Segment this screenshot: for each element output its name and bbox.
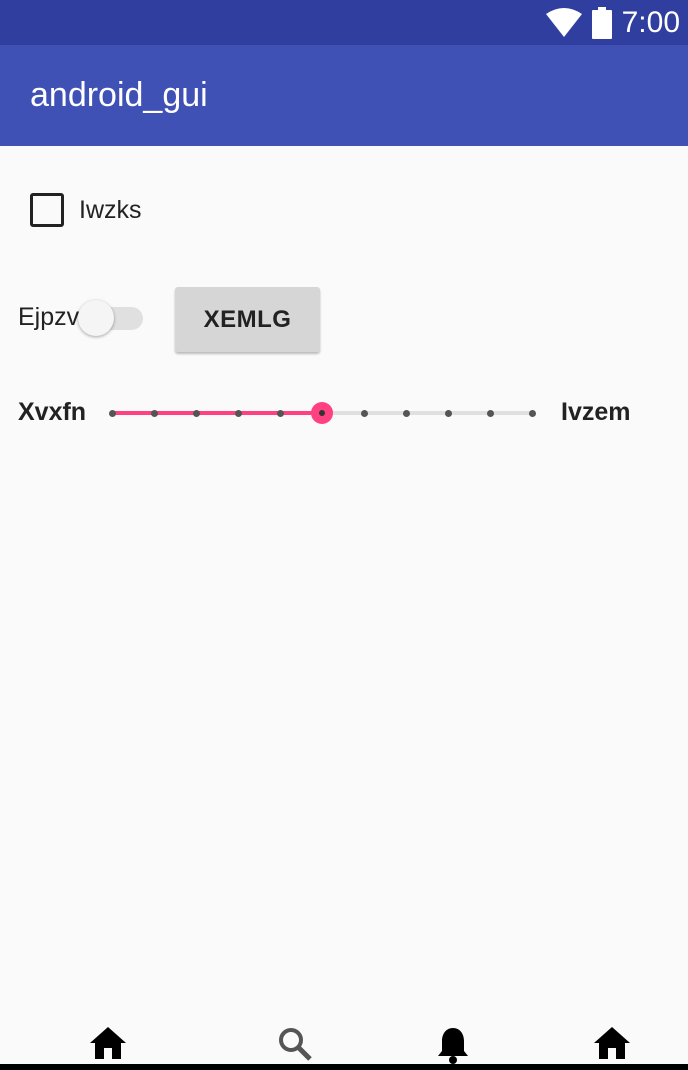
- checkbox[interactable]: [30, 193, 64, 227]
- seekbar-thumb-dot: [319, 410, 325, 416]
- switch-label: Ejpzv: [18, 303, 80, 331]
- seekbar-tick: [276, 410, 284, 417]
- bottom-navigation: [0, 1018, 688, 1065]
- switch-toggle[interactable]: [78, 300, 114, 336]
- seekbar-tick: [402, 410, 410, 417]
- seekbar-tick: [444, 410, 452, 417]
- notifications-icon[interactable]: [436, 1026, 476, 1066]
- battery-icon: [591, 6, 612, 39]
- seekbar-thumb[interactable]: [311, 402, 333, 424]
- search-icon[interactable]: [277, 1026, 317, 1066]
- app-title: android_gui: [30, 76, 208, 114]
- xemlg-button[interactable]: XEMLG: [175, 287, 320, 352]
- seekbar-tick: [234, 410, 242, 417]
- seekbar-tick: [486, 410, 494, 417]
- checkbox-row[interactable]: Iwzks: [30, 193, 142, 227]
- seekbar-progress: [112, 411, 322, 415]
- checkbox-label[interactable]: Iwzks: [79, 196, 142, 225]
- seekbar-tick: [360, 410, 368, 417]
- status-time: 7:00: [621, 6, 680, 39]
- bottom-edge: [0, 1064, 688, 1070]
- home-icon[interactable]: [593, 1026, 633, 1066]
- seekbar-tick: [108, 410, 116, 417]
- seekbar-left-label: Xvxfn: [18, 398, 87, 426]
- wifi-icon: [545, 7, 582, 37]
- seekbar-tick: [528, 410, 536, 417]
- status-bar: 7:00: [0, 0, 688, 45]
- seekbar-tick: [192, 410, 200, 417]
- seekbar-tick: [150, 410, 158, 417]
- app-bar: android_gui: [0, 45, 688, 146]
- seekbar-right-label: Ivzem: [561, 398, 631, 426]
- home-icon[interactable]: [89, 1026, 129, 1066]
